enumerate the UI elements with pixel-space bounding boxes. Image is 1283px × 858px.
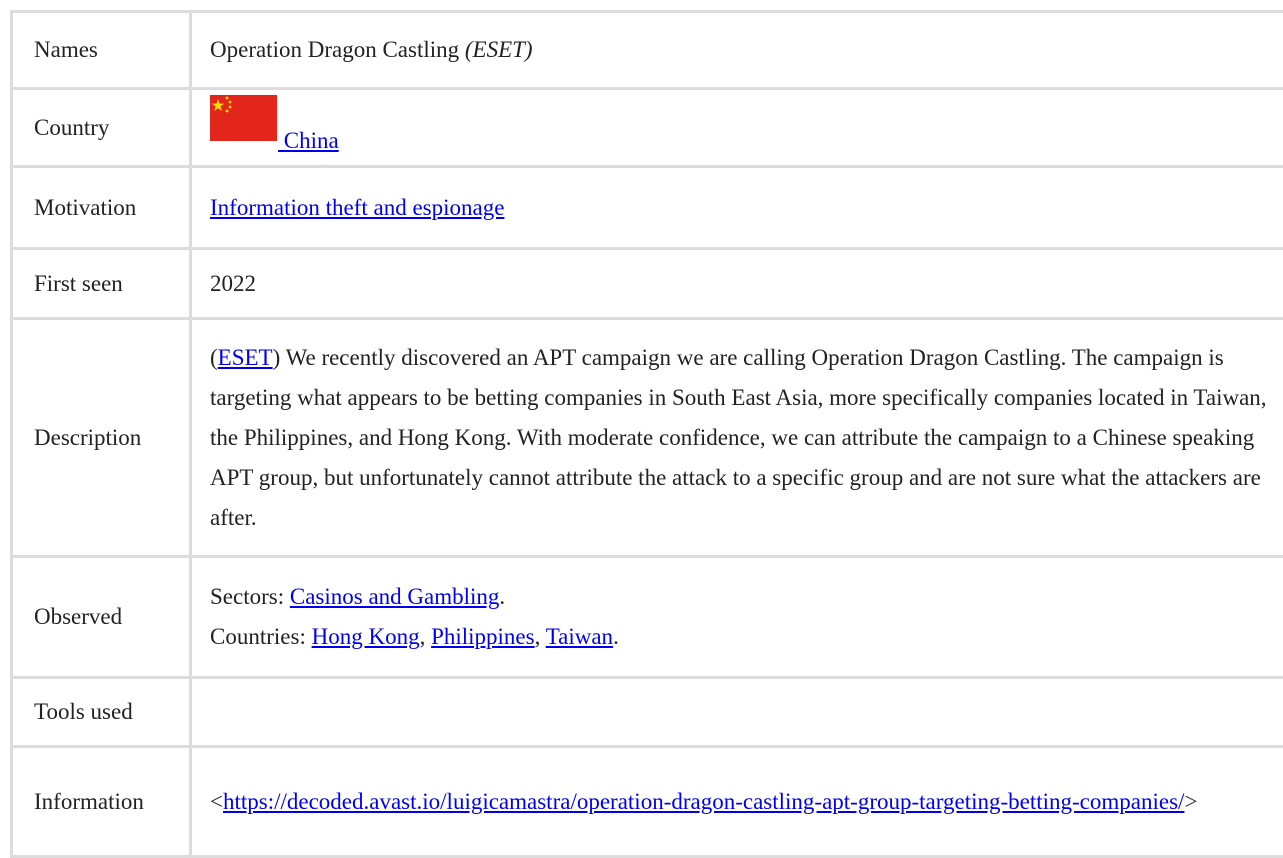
label-description: Description	[12, 319, 191, 557]
motivation-link[interactable]: Information theft and espionage	[210, 195, 504, 220]
value-observed: Sectors: Casinos and Gambling. Countries…	[191, 557, 1283, 678]
row-motivation: Motivation Information theft and espiona…	[12, 167, 1283, 249]
value-description: (ESET) We recently discovered an APT cam…	[191, 319, 1283, 557]
row-country: Country China	[12, 89, 1283, 167]
label-country: Country	[12, 89, 191, 167]
information-link[interactable]: https://decoded.avast.io/luigicamastra/o…	[223, 789, 1184, 814]
description-text: ) We recently discovered an APT campaign…	[210, 345, 1267, 530]
countries-separator: ,	[535, 624, 546, 649]
information-gt: >	[1184, 789, 1197, 814]
value-first-seen: 2022	[191, 249, 1283, 319]
description-source-link[interactable]: ESET	[218, 345, 273, 370]
sectors-suffix: .	[499, 584, 505, 609]
label-motivation: Motivation	[12, 167, 191, 249]
label-observed: Observed	[12, 557, 191, 678]
value-country: China	[191, 89, 1283, 167]
row-first-seen: First seen 2022	[12, 249, 1283, 319]
country-link-taiwan[interactable]: Taiwan	[546, 624, 613, 649]
label-first-seen: First seen	[12, 249, 191, 319]
country-link-philippines[interactable]: Philippines	[431, 624, 535, 649]
sectors-prefix: Sectors:	[210, 584, 290, 609]
row-observed: Observed Sectors: Casinos and Gambling. …	[12, 557, 1283, 678]
row-names: Names Operation Dragon Castling (ESET)	[12, 12, 1283, 89]
row-description: Description (ESET) We recently discovere…	[12, 319, 1283, 557]
value-names: Operation Dragon Castling (ESET)	[191, 12, 1283, 89]
group-info-table: Names Operation Dragon Castling (ESET) C…	[10, 10, 1283, 858]
information-lt: <	[210, 789, 223, 814]
countries-prefix: Countries:	[210, 624, 312, 649]
country-link-hong-kong[interactable]: Hong Kong	[312, 624, 420, 649]
observed-sectors-line: Sectors: Casinos and Gambling.	[210, 577, 1282, 617]
observed-countries-line: Countries: Hong Kong, Philippines, Taiwa…	[210, 617, 1282, 657]
label-names: Names	[12, 12, 191, 89]
label-tools-used: Tools used	[12, 678, 191, 747]
value-motivation: Information theft and espionage	[191, 167, 1283, 249]
china-flag-icon	[210, 95, 277, 141]
names-alias: (ESET)	[465, 37, 533, 62]
value-tools-used	[191, 678, 1283, 747]
description-open-paren: (	[210, 345, 218, 370]
row-information: Information <https://decoded.avast.io/lu…	[12, 747, 1283, 857]
label-information: Information	[12, 747, 191, 857]
row-tools-used: Tools used	[12, 678, 1283, 747]
country-link-text: China	[278, 128, 339, 153]
countries-separator: ,	[420, 624, 432, 649]
value-information: <https://decoded.avast.io/luigicamastra/…	[191, 747, 1283, 857]
countries-suffix: .	[613, 624, 619, 649]
names-text: Operation Dragon Castling	[210, 37, 465, 62]
country-link[interactable]: China	[210, 128, 339, 153]
sector-link-casinos[interactable]: Casinos and Gambling	[290, 584, 500, 609]
